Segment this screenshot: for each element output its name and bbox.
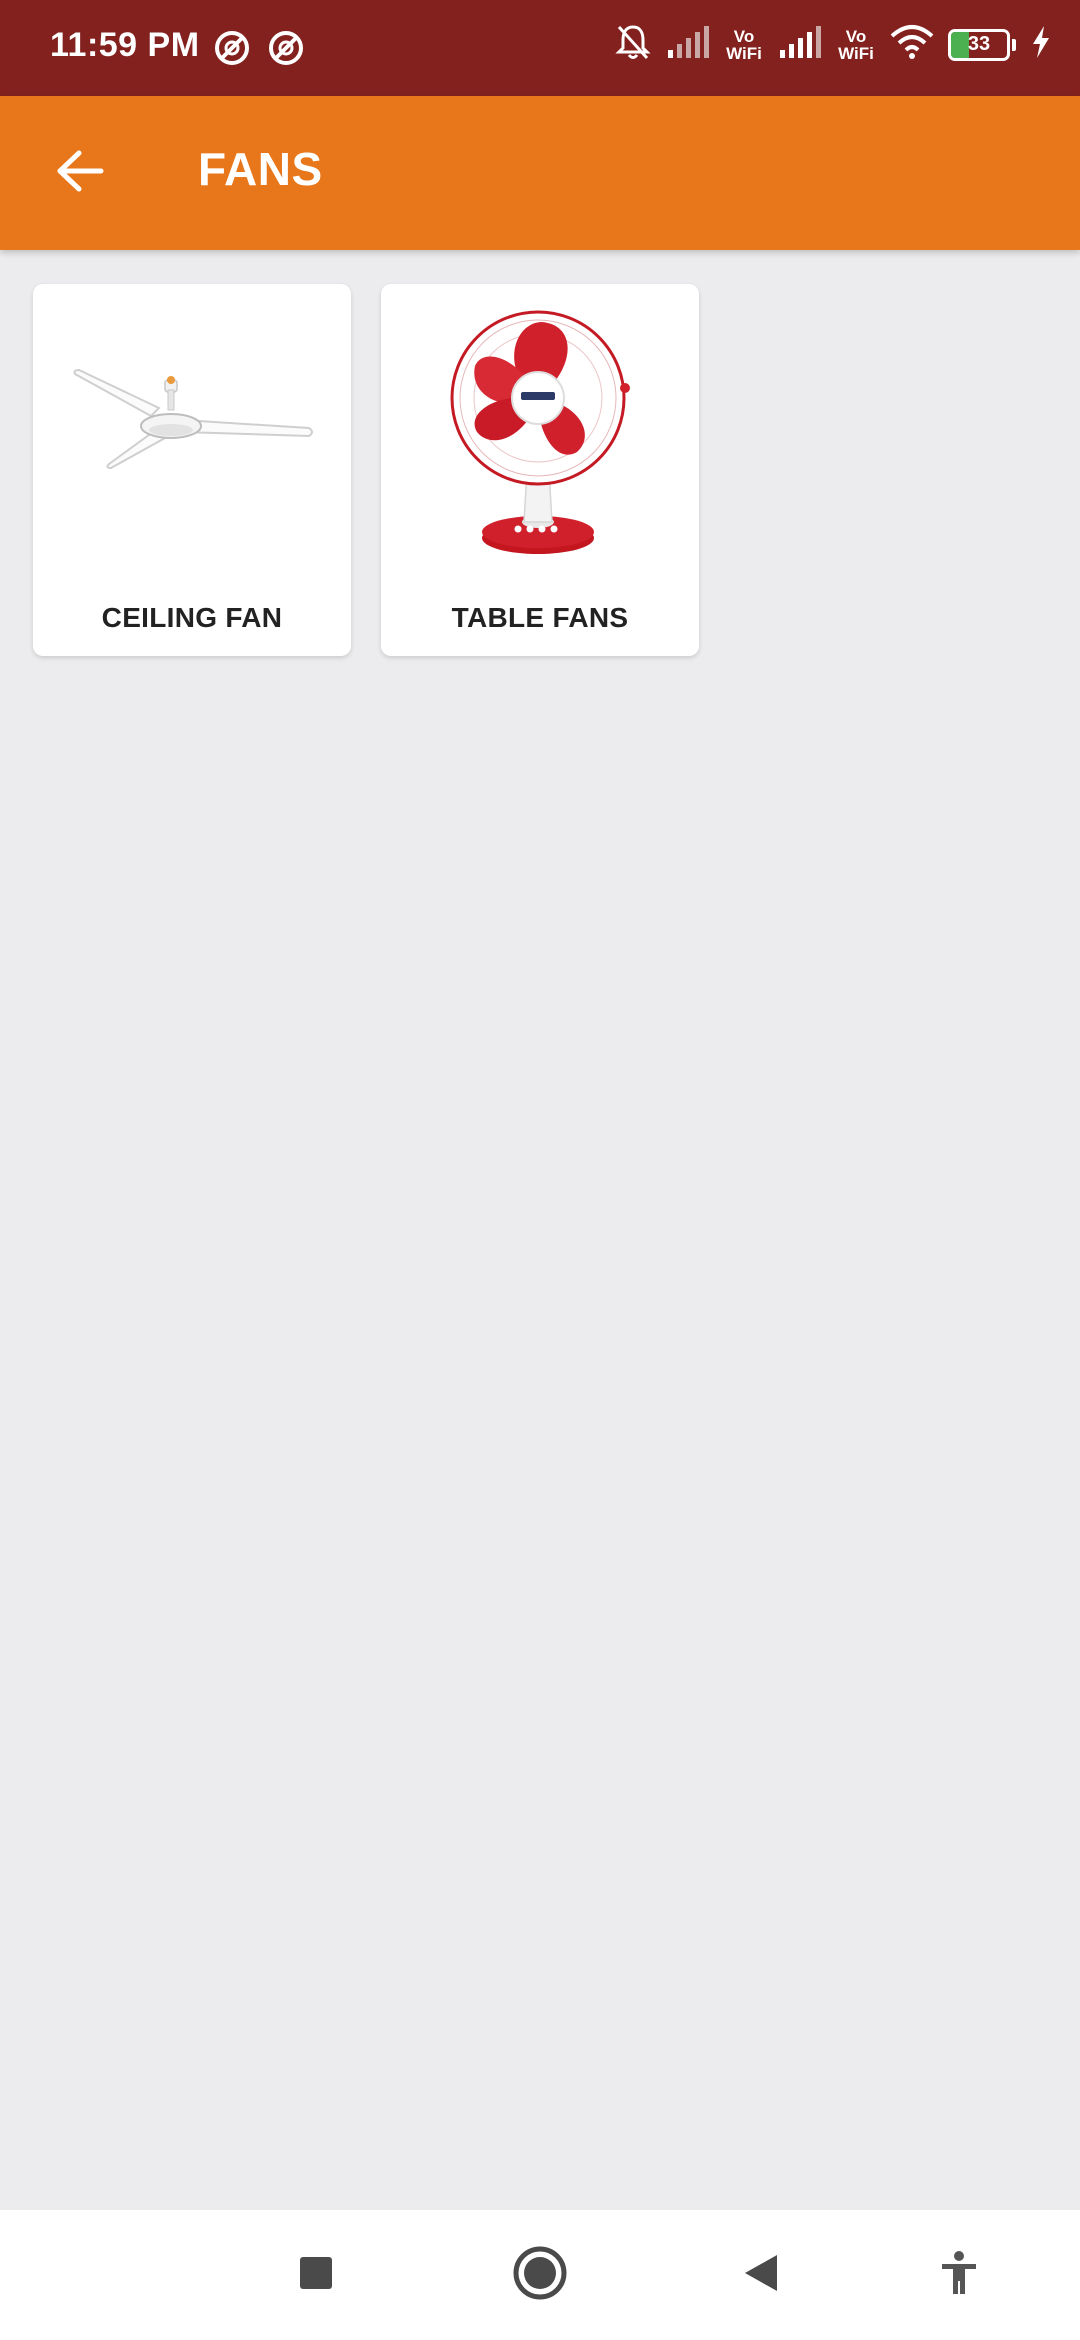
app-bar: FANS xyxy=(0,96,1080,250)
vowifi-label: Vo WiFi xyxy=(726,26,762,63)
data-saver-icon xyxy=(212,28,252,73)
status-time: 11:59 PM xyxy=(50,26,200,64)
data-saver-icon xyxy=(266,28,306,73)
status-bar: 11:59 PM Vo WiFi Vo WiFi 33 xyxy=(0,0,1080,96)
battery-icon: 33 xyxy=(948,28,1010,61)
ceiling-fan-image xyxy=(33,284,351,574)
category-card-ceiling-fan[interactable]: CEILING FAN xyxy=(33,284,351,656)
battery-cap xyxy=(1012,38,1016,51)
status-right-icons: Vo WiFi Vo WiFi 33 xyxy=(614,22,1052,67)
vowifi-label: Vo WiFi xyxy=(838,26,874,63)
bell-muted-icon xyxy=(614,22,652,67)
wifi-icon xyxy=(890,24,934,65)
category-label: CEILING FAN xyxy=(101,602,283,633)
status-left-icons xyxy=(212,28,306,73)
charging-icon xyxy=(1030,25,1052,64)
home-button[interactable] xyxy=(505,2240,575,2310)
category-card-table-fans[interactable]: TABLE FANS xyxy=(381,284,699,656)
battery-percent: 33 xyxy=(967,32,991,55)
circle-icon xyxy=(512,2245,568,2306)
battery-indicator: 33 xyxy=(948,28,1016,61)
accessibility-icon xyxy=(939,2250,979,2301)
navigation-bar xyxy=(0,2210,1080,2340)
signal-weak-icon xyxy=(666,24,710,65)
page-title: FANS xyxy=(198,143,323,195)
signal-icon xyxy=(778,24,822,65)
square-icon xyxy=(298,2255,334,2296)
category-label: TABLE FANS xyxy=(451,602,629,633)
accessibility-button[interactable] xyxy=(924,2240,994,2310)
recents-button[interactable] xyxy=(281,2240,351,2310)
triangle-back-icon xyxy=(741,2252,781,2299)
arrow-left-icon xyxy=(55,149,105,198)
table-fan-image xyxy=(381,284,699,574)
back-nav-button[interactable] xyxy=(726,2240,796,2310)
back-button[interactable] xyxy=(40,133,120,213)
